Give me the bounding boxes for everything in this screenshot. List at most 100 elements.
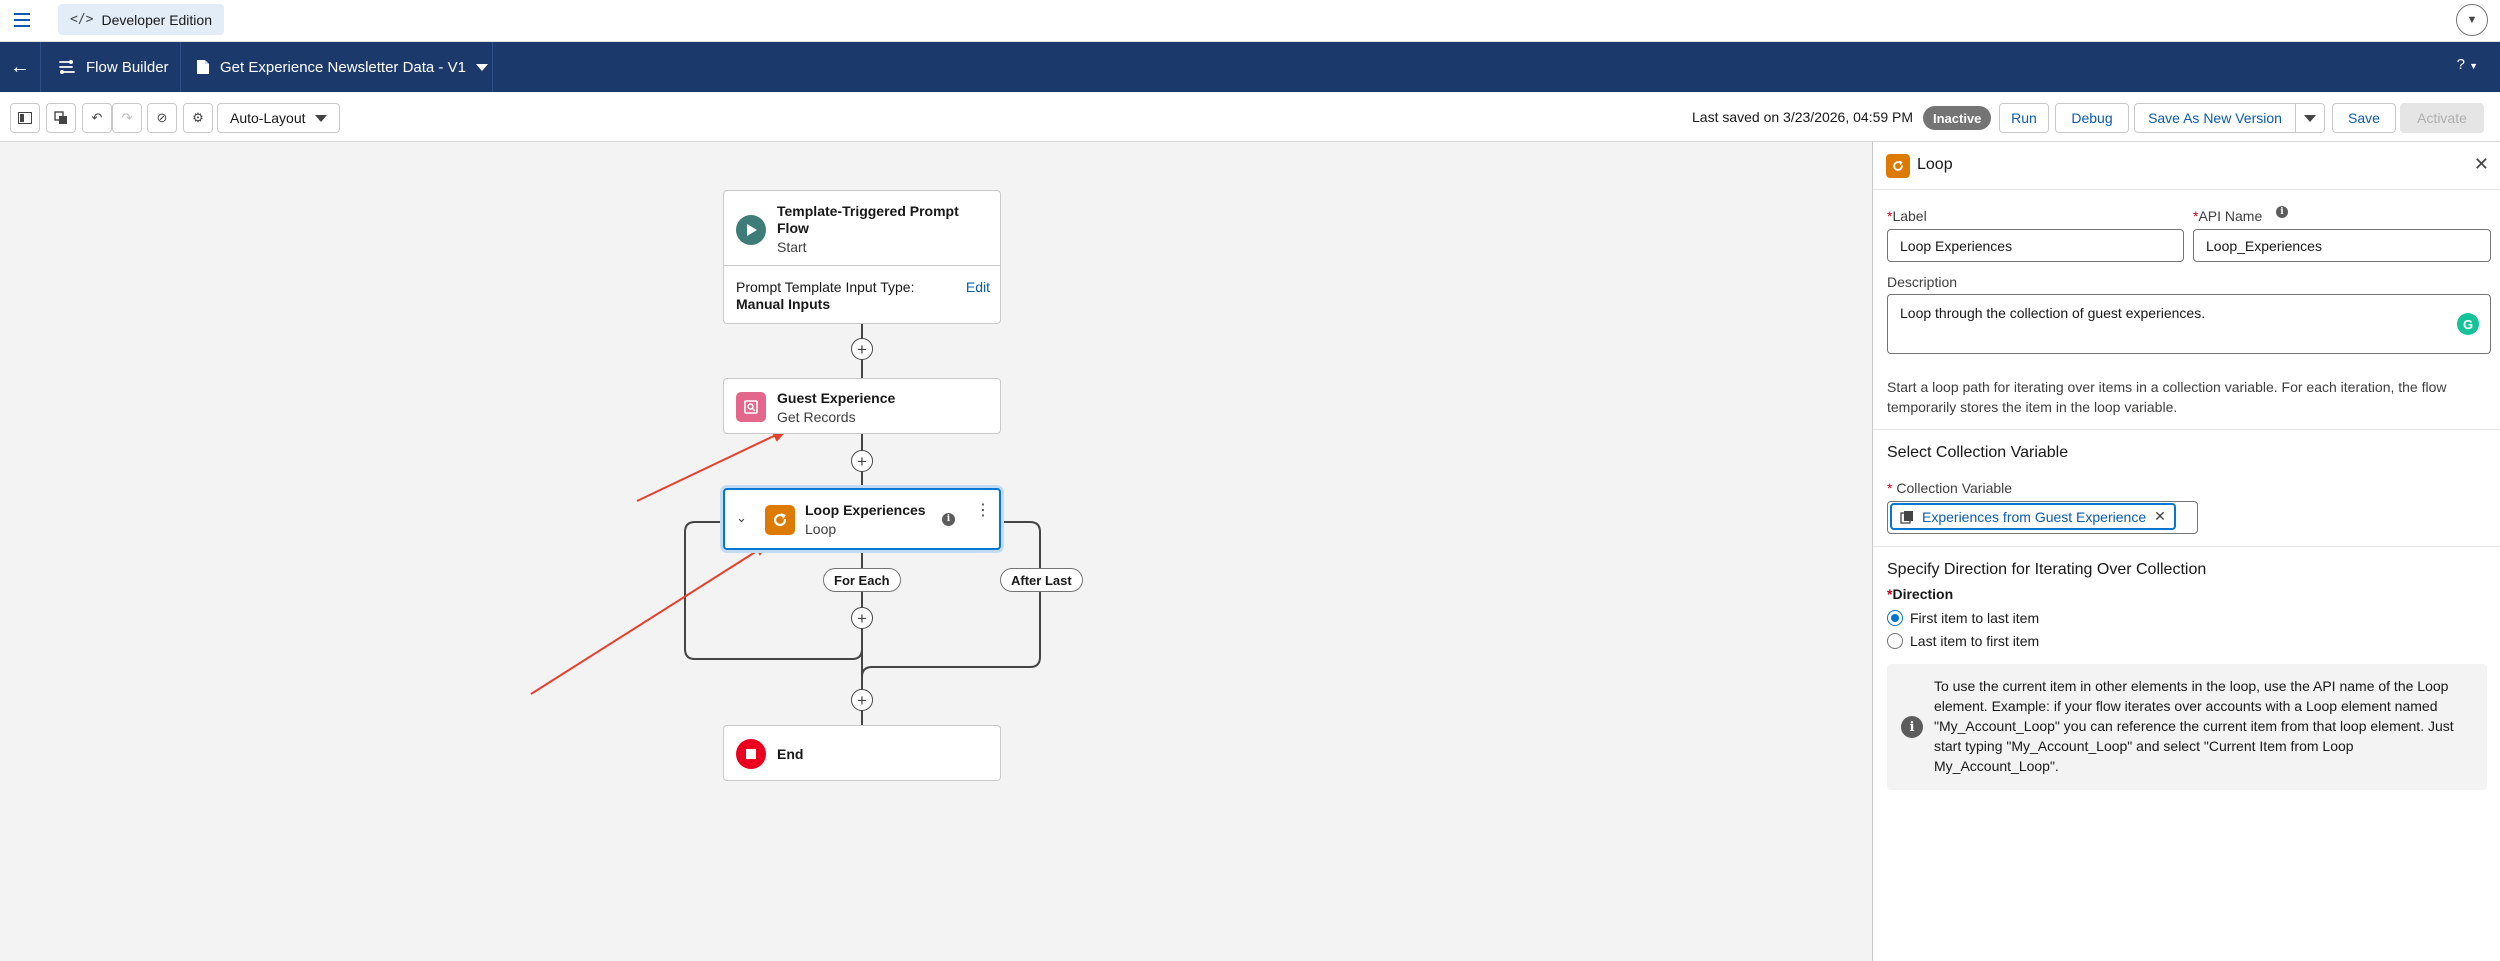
save-button[interactable]: Save (2332, 103, 2396, 133)
toggle-toolbox-button[interactable] (10, 103, 40, 133)
app-menu-icon[interactable] (10, 9, 34, 33)
status-badge: Inactive (1923, 106, 1992, 130)
description-field-label: Description (1887, 274, 1958, 290)
header-divider (180, 42, 181, 92)
add-element-button[interactable]: + (851, 338, 873, 360)
add-element-button[interactable]: + (851, 689, 873, 711)
redo-button[interactable]: ↷ (112, 103, 142, 133)
close-icon[interactable]: ✕ (2474, 154, 2489, 175)
caret-down-icon: ▼ (2469, 61, 2478, 71)
direction-field-label: *Direction (1887, 586, 1954, 602)
end-node[interactable]: End (723, 725, 1001, 781)
grammarly-icon[interactable]: G (2457, 313, 2479, 335)
back-arrow-icon[interactable]: ← (8, 55, 32, 79)
loop-intro-text: Start a loop path for iterating over ite… (1887, 379, 2447, 415)
get-records-node[interactable]: Guest Experience Get Records (723, 378, 1001, 434)
radio-last-to-first-label[interactable]: Last item to first item (1910, 633, 2039, 649)
chevron-down-icon (475, 63, 488, 71)
radio-last-to-first[interactable] (1887, 633, 1903, 649)
direction-section-title: Specify Direction for Iterating Over Col… (1887, 561, 2207, 578)
undo-button[interactable]: ↶ (82, 103, 112, 133)
add-element-button[interactable]: + (851, 450, 873, 472)
play-icon (736, 215, 766, 245)
for-each-label: For Each (823, 568, 901, 592)
after-last-label: After Last (1000, 568, 1083, 592)
developer-edition-tab[interactable]: </> Developer Edition (58, 4, 224, 35)
save-as-new-version-button[interactable]: Save As New Version (2134, 103, 2296, 133)
last-saved-text: Last saved on 3/23/2026, 04:59 PM (1692, 109, 1914, 125)
input-type-label: Prompt Template Input Type: (736, 279, 915, 295)
help-menu-button[interactable]: ? ▼ (2457, 56, 2478, 73)
radio-first-to-last[interactable] (1887, 610, 1903, 626)
loop-icon (765, 505, 795, 535)
more-actions-icon[interactable]: ⋮ (975, 503, 991, 519)
flow-builder-title: Flow Builder (58, 42, 169, 92)
errors-button[interactable]: ⊘ (147, 103, 177, 133)
chevron-down-icon[interactable]: ⌄ (736, 510, 747, 526)
info-icon[interactable]: i (2276, 206, 2288, 218)
document-icon (197, 60, 209, 74)
top-bar: </> Developer Edition ▼ (0, 0, 2500, 42)
loop-info-text: To use the current item in other element… (1934, 678, 2454, 774)
debug-button[interactable]: Debug (2055, 103, 2129, 133)
add-element-button[interactable]: + (851, 607, 873, 629)
header-divider (40, 42, 41, 92)
api-name-field-label: *API Name (2193, 208, 2263, 224)
code-icon: </> (70, 12, 94, 27)
section-divider (1873, 429, 2500, 430)
end-node-title: End (777, 746, 804, 762)
start-node-subtitle: Start (777, 239, 807, 255)
flow-icon (59, 60, 75, 74)
toolbar: ↶ ↷ ⊘ ⚙ Auto-Layout Last saved on 3/23/2… (0, 92, 2500, 142)
run-button[interactable]: Run (1999, 103, 2049, 133)
loop-info-box: i To use the current item in other eleme… (1887, 664, 2487, 790)
undo-icon: ↶ (91, 110, 103, 125)
redo-icon: ↷ (121, 110, 133, 125)
copy-icon (54, 111, 67, 124)
settings-button[interactable]: ⚙ (183, 103, 213, 133)
layout-mode-value: Auto-Layout (230, 110, 306, 126)
chevron-down-icon (315, 114, 327, 122)
info-icon: i (1901, 716, 1923, 738)
help-icon: ? (2456, 56, 2465, 73)
description-value: Loop through the collection of guest exp… (1900, 305, 2206, 321)
description-textarea[interactable]: Loop through the collection of guest exp… (1887, 294, 2491, 354)
required-marker: * (1887, 480, 1893, 496)
label-field-label: *Label (1887, 208, 1927, 224)
collection-variable-pill[interactable]: Experiences from Guest Experience ✕ (1890, 503, 2176, 530)
flow-title: Get Experience Newsletter Data - V1 (220, 58, 466, 76)
start-trigger-section: Prompt Template Input Type: Manual Input… (723, 265, 1001, 324)
panel-left-icon (18, 112, 32, 124)
panel-title: Loop (1917, 156, 1953, 173)
user-menu-button[interactable]: ▼ (2456, 4, 2488, 36)
loop-icon (1886, 154, 1910, 178)
api-name-input[interactable]: Loop_Experiences (2193, 229, 2491, 262)
info-icon[interactable]: i (942, 513, 955, 526)
get-records-subtitle: Get Records (777, 409, 856, 425)
start-node[interactable]: Template-Triggered Prompt Flow Start (723, 190, 1001, 266)
radio-first-to-last-label[interactable]: First item to last item (1910, 610, 2039, 626)
remove-icon[interactable]: ✕ (2154, 508, 2166, 525)
flow-canvas[interactable]: Template-Triggered Prompt Flow Start Pro… (0, 142, 1872, 961)
save-menu-button[interactable] (2295, 103, 2325, 133)
stop-icon (736, 739, 766, 769)
collection-icon (1900, 510, 1913, 524)
header-divider (492, 42, 493, 92)
input-type-value: Manual Inputs (736, 296, 831, 312)
loop-node[interactable]: ⌄ Loop Experiences Loop i ⋮ (723, 488, 1001, 550)
flow-name-menu[interactable]: Get Experience Newsletter Data - V1 (196, 42, 488, 92)
loop-node-subtitle: Loop (805, 521, 837, 537)
collection-field-label: * Collection Variable (1887, 480, 2013, 496)
builder-header: ← Flow Builder Get Experience Newsletter… (0, 42, 2500, 92)
layout-mode-select[interactable]: Auto-Layout (217, 103, 340, 133)
panel-header: Loop ✕ (1873, 142, 2500, 190)
collection-variable-value: Experiences from Guest Experience (1922, 508, 2147, 525)
no-entry-icon: ⊘ (156, 110, 168, 125)
edit-trigger-link[interactable]: Edit (966, 279, 990, 295)
copy-button[interactable] (46, 103, 76, 133)
chevron-down-icon (2304, 114, 2316, 122)
collection-section-title: Select Collection Variable (1887, 444, 2069, 461)
properties-panel: Loop ✕ *Label Loop Experiences *API Name… (1872, 142, 2500, 961)
label-input[interactable]: Loop Experiences (1887, 229, 2184, 262)
activate-button[interactable]: Activate (2400, 103, 2484, 133)
